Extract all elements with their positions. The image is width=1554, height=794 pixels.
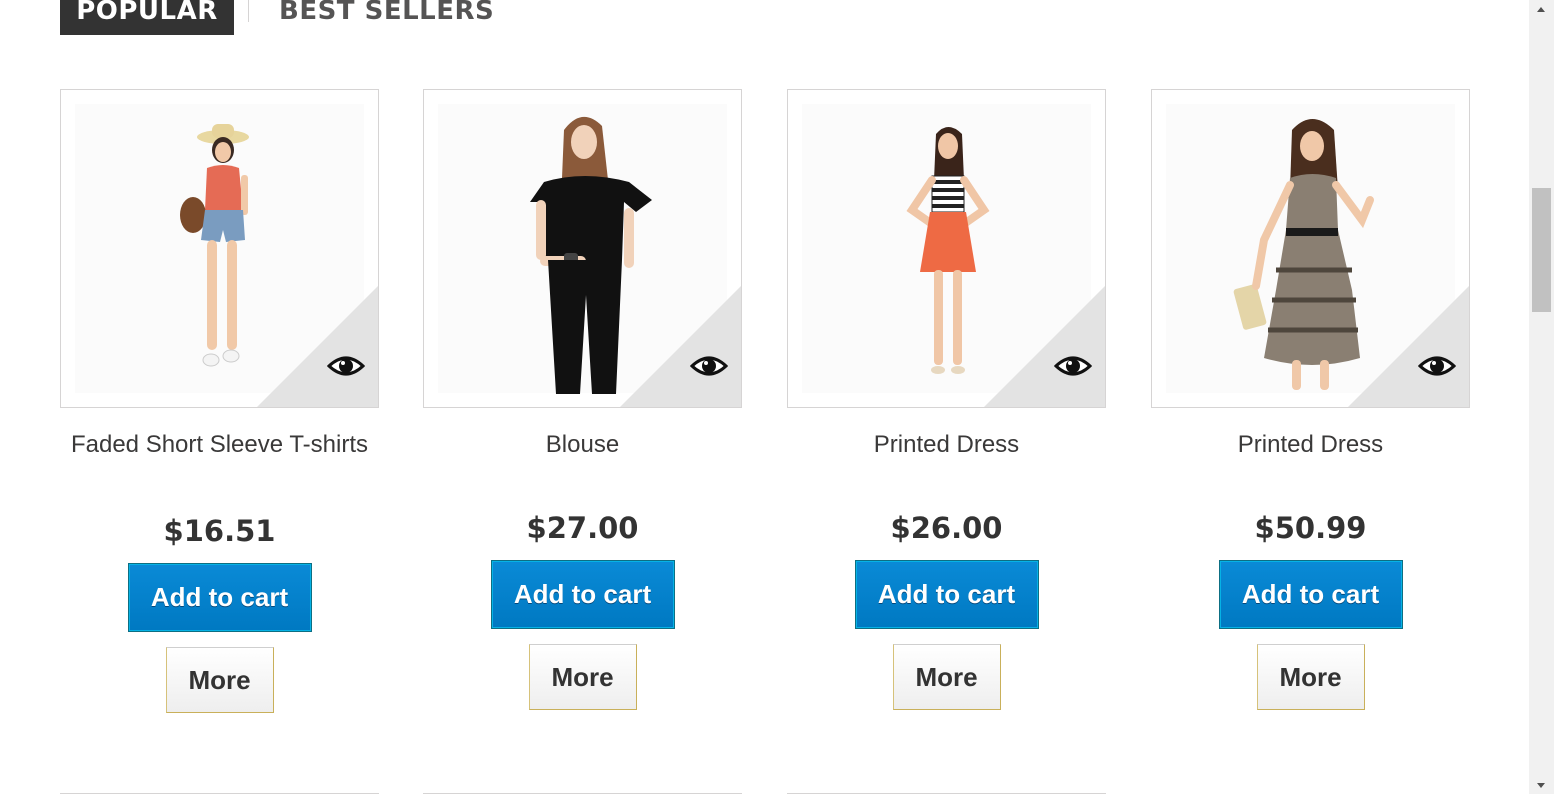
product-image-link[interactable] xyxy=(423,89,742,408)
product-image-link[interactable] xyxy=(1151,89,1470,408)
product-name[interactable]: Faded Short Sleeve T-shirts xyxy=(60,428,379,496)
product-name[interactable]: Printed Dress xyxy=(1151,428,1470,496)
product-card: Blouse $27.00 Add to cart More xyxy=(423,89,742,710)
scrollbar-thumb[interactable] xyxy=(1532,188,1551,312)
product-image-link[interactable] xyxy=(787,89,1106,408)
eye-icon xyxy=(690,356,728,376)
scroll-up-arrow-icon[interactable] xyxy=(1529,0,1554,17)
product-price: $27.00 xyxy=(526,511,639,545)
add-to-cart-button[interactable]: Add to cart xyxy=(1218,560,1403,629)
more-button[interactable]: More xyxy=(165,647,274,713)
quick-view-corner xyxy=(620,286,741,407)
quick-view-corner xyxy=(984,286,1105,407)
add-to-cart-button[interactable]: Add to cart xyxy=(854,560,1039,629)
quick-view-corner xyxy=(1348,286,1469,407)
product-card: Faded Short Sleeve T-shirts $16.51 Add t… xyxy=(60,89,379,713)
tab-popular[interactable]: POPULAR xyxy=(60,0,234,35)
quick-view-button[interactable] xyxy=(257,286,378,407)
page-viewport: POPULAR BEST SELLERS Faded Short Sleeve … xyxy=(0,0,1554,794)
product-name[interactable]: Printed Dress xyxy=(787,428,1106,496)
quick-view-button[interactable] xyxy=(984,286,1105,407)
tab-best-sellers[interactable]: BEST SELLERS xyxy=(279,0,494,35)
more-button[interactable]: More xyxy=(892,644,1001,710)
tab-divider xyxy=(248,0,249,22)
product-price: $26.00 xyxy=(890,511,1003,545)
product-card: Printed Dress $26.00 Add to cart More xyxy=(787,89,1106,710)
eye-icon xyxy=(1418,356,1456,376)
product-price: $50.99 xyxy=(1254,511,1367,545)
scroll-down-arrow-icon[interactable] xyxy=(1529,777,1554,794)
add-to-cart-button[interactable]: Add to cart xyxy=(490,560,675,629)
more-button[interactable]: More xyxy=(1256,644,1365,710)
product-price: $16.51 xyxy=(163,514,276,548)
quick-view-button[interactable] xyxy=(620,286,741,407)
vertical-scrollbar[interactable] xyxy=(1529,0,1554,794)
eye-icon xyxy=(327,356,365,376)
quick-view-button[interactable] xyxy=(1348,286,1469,407)
more-button[interactable]: More xyxy=(528,644,637,710)
eye-icon xyxy=(1054,356,1092,376)
product-image-link[interactable] xyxy=(60,89,379,408)
add-to-cart-button[interactable]: Add to cart xyxy=(127,563,312,632)
product-name[interactable]: Blouse xyxy=(423,428,742,496)
quick-view-corner xyxy=(257,286,378,407)
product-card: Printed Dress $50.99 Add to cart More xyxy=(1151,89,1470,710)
